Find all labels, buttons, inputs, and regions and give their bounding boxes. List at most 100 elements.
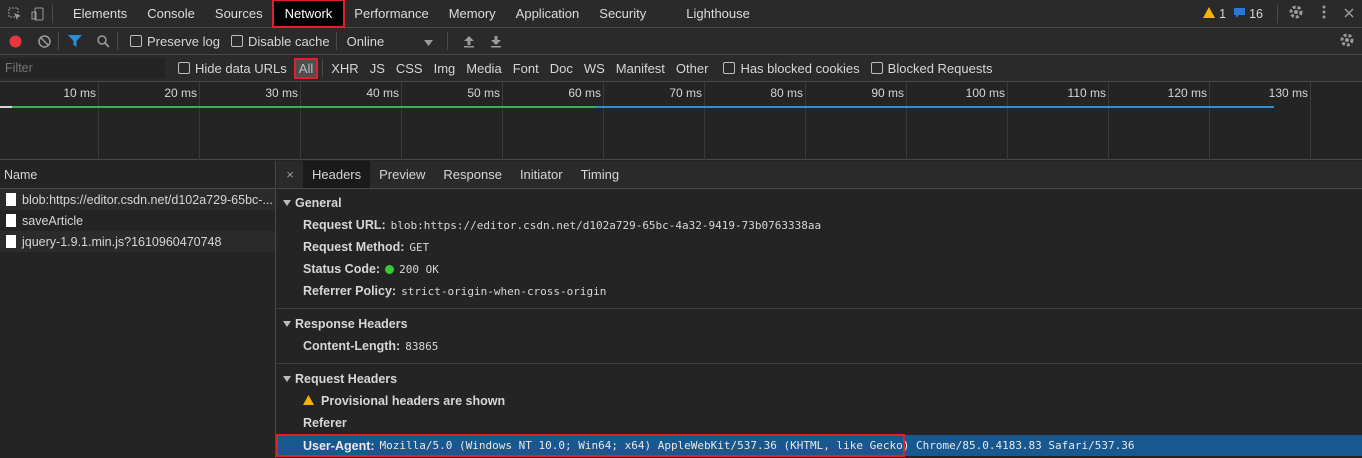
response-headers-section-toggle[interactable]: Response Headers xyxy=(277,313,1362,335)
tab-performance[interactable]: Performance xyxy=(344,0,438,27)
file-icon xyxy=(6,235,16,248)
request-name: blob:https://editor.csdn.net/d102a729-65… xyxy=(22,192,273,207)
timeline-overview[interactable]: 10 ms 20 ms 30 ms 40 ms 50 ms 60 ms 70 m… xyxy=(0,82,1362,160)
more-options-icon[interactable] xyxy=(1322,5,1326,22)
type-filter-css[interactable]: CSS xyxy=(396,61,423,76)
user-agent-wrapper: User-Agent: Mozilla/5.0 (Windows NT 10.0… xyxy=(276,434,1362,457)
tab-console[interactable]: Console xyxy=(137,0,205,27)
divider xyxy=(322,59,324,77)
has-blocked-cookies-checkbox[interactable]: Has blocked cookies xyxy=(723,60,860,76)
type-filter-doc[interactable]: Doc xyxy=(550,61,573,76)
clear-icon[interactable] xyxy=(36,33,52,49)
divider xyxy=(1277,4,1278,23)
section-title: General xyxy=(295,196,342,210)
type-filter-font[interactable]: Font xyxy=(513,61,539,76)
timeline-gridline xyxy=(199,82,200,160)
record-icon[interactable] xyxy=(7,33,23,49)
name-column-header[interactable]: Name xyxy=(0,161,275,189)
search-icon[interactable] xyxy=(95,33,111,49)
timeline-tick-label: 120 ms xyxy=(1167,86,1207,100)
type-filter-all[interactable]: All xyxy=(293,57,319,79)
timeline-bar-start xyxy=(0,106,12,108)
checkbox-box[interactable] xyxy=(130,35,142,47)
type-filter-xhr[interactable]: XHR xyxy=(331,61,358,76)
export-har-icon[interactable] xyxy=(488,33,504,49)
timeline-tick-label: 30 ms xyxy=(265,86,298,100)
request-headers-section-toggle[interactable]: Request Headers xyxy=(277,368,1362,390)
tab-memory[interactable]: Memory xyxy=(439,0,506,27)
settings-gear-icon[interactable] xyxy=(1288,4,1304,23)
type-filter-other[interactable]: Other xyxy=(676,61,709,76)
provisional-warning-row: Provisional headers are shown xyxy=(277,390,1362,412)
preserve-log-checkbox[interactable]: Preserve log xyxy=(130,34,220,49)
type-filter-js[interactable]: JS xyxy=(370,61,385,76)
timeline-gridline xyxy=(98,82,99,160)
filter-input[interactable] xyxy=(0,58,165,78)
checkbox-box[interactable] xyxy=(723,62,736,74)
type-filter-ws[interactable]: WS xyxy=(584,61,605,76)
section-divider xyxy=(277,308,1362,309)
status-ok-icon xyxy=(385,264,395,274)
tab-lighthouse[interactable]: Lighthouse xyxy=(676,0,760,27)
tab-preview[interactable]: Preview xyxy=(370,161,434,188)
tab-security[interactable]: Security xyxy=(589,0,656,27)
tab-response[interactable]: Response xyxy=(434,161,511,188)
timeline-tick-label: 70 ms xyxy=(669,86,702,100)
throttling-value: Online xyxy=(346,33,385,49)
inspect-element-icon[interactable] xyxy=(7,6,23,22)
chevron-down-icon xyxy=(424,34,434,49)
blocked-requests-checkbox[interactable]: Blocked Requests xyxy=(870,60,993,76)
tab-initiator[interactable]: Initiator xyxy=(511,161,572,188)
timeline-gridline xyxy=(906,82,907,160)
tab-headers[interactable]: Headers xyxy=(303,161,371,188)
close-detail-icon[interactable]: × xyxy=(277,167,303,182)
timeline-gridline xyxy=(502,82,503,160)
request-list: Name blob:https://editor.csdn.net/d102a7… xyxy=(0,161,276,458)
type-filter-img[interactable]: Img xyxy=(434,61,456,76)
timeline-tick-label: 90 ms xyxy=(871,86,904,100)
hide-data-urls-checkbox[interactable]: Hide data URLs xyxy=(178,61,287,76)
tab-application[interactable]: Application xyxy=(506,0,590,27)
checkbox-box[interactable] xyxy=(870,62,883,74)
tab-network[interactable]: Network xyxy=(271,0,346,28)
checkbox-box[interactable] xyxy=(230,35,243,47)
tab-elements[interactable]: Elements xyxy=(63,0,137,27)
header-value: blob:https://editor.csdn.net/d102a729-65… xyxy=(390,218,822,232)
type-filter-manifest[interactable]: Manifest xyxy=(616,61,665,76)
messages-count[interactable]: 16 xyxy=(1249,7,1263,21)
warnings-count[interactable]: 1 xyxy=(1219,7,1226,21)
header-key: Referer xyxy=(303,416,347,430)
preserve-log-label: Preserve log xyxy=(147,33,220,49)
checkbox-box[interactable] xyxy=(178,62,190,74)
network-toolbar: Preserve log Disable cache Online xyxy=(0,28,1362,55)
list-item[interactable]: saveArticle xyxy=(0,210,275,231)
timeline-gridline xyxy=(1108,82,1109,160)
divider xyxy=(335,32,337,50)
warning-icon[interactable] xyxy=(1203,6,1216,21)
general-section-toggle[interactable]: General xyxy=(277,192,1362,214)
tab-timing[interactable]: Timing xyxy=(572,161,629,188)
list-item[interactable]: jquery-1.9.1.min.js?1610960470748 xyxy=(0,231,275,252)
close-devtools-icon[interactable] xyxy=(1344,7,1354,21)
messages-icon[interactable] xyxy=(1234,7,1246,21)
blocked-requests-label: Blocked Requests xyxy=(887,60,993,76)
request-url-row: Request URL: blob:https://editor.csdn.ne… xyxy=(277,214,1362,236)
has-blocked-cookies-label: Has blocked cookies xyxy=(740,60,860,76)
timeline-tick-label: 110 ms xyxy=(1067,86,1106,100)
disable-cache-checkbox[interactable]: Disable cache xyxy=(230,34,330,49)
status-cluster: 1 16 xyxy=(1203,0,1362,27)
network-settings-gear-icon[interactable] xyxy=(1339,32,1355,51)
tab-sources[interactable]: Sources xyxy=(205,0,273,27)
header-value: strict-origin-when-cross-origin xyxy=(401,284,607,298)
timeline-gridline xyxy=(1209,82,1210,160)
detail-tab-bar: × Headers Preview Response Initiator Tim… xyxy=(277,161,1362,189)
list-item[interactable]: blob:https://editor.csdn.net/d102a729-65… xyxy=(0,189,275,210)
throttling-select[interactable]: Online xyxy=(347,34,434,49)
timeline-tick-label: 10 ms xyxy=(63,86,96,100)
timeline-gridline xyxy=(603,82,604,160)
type-filter-media[interactable]: Media xyxy=(466,61,501,76)
filter-funnel-icon[interactable] xyxy=(67,33,83,49)
timeline-tick-label: 40 ms xyxy=(366,86,399,100)
import-har-icon[interactable] xyxy=(461,33,477,49)
device-toolbar-icon[interactable] xyxy=(30,6,46,22)
